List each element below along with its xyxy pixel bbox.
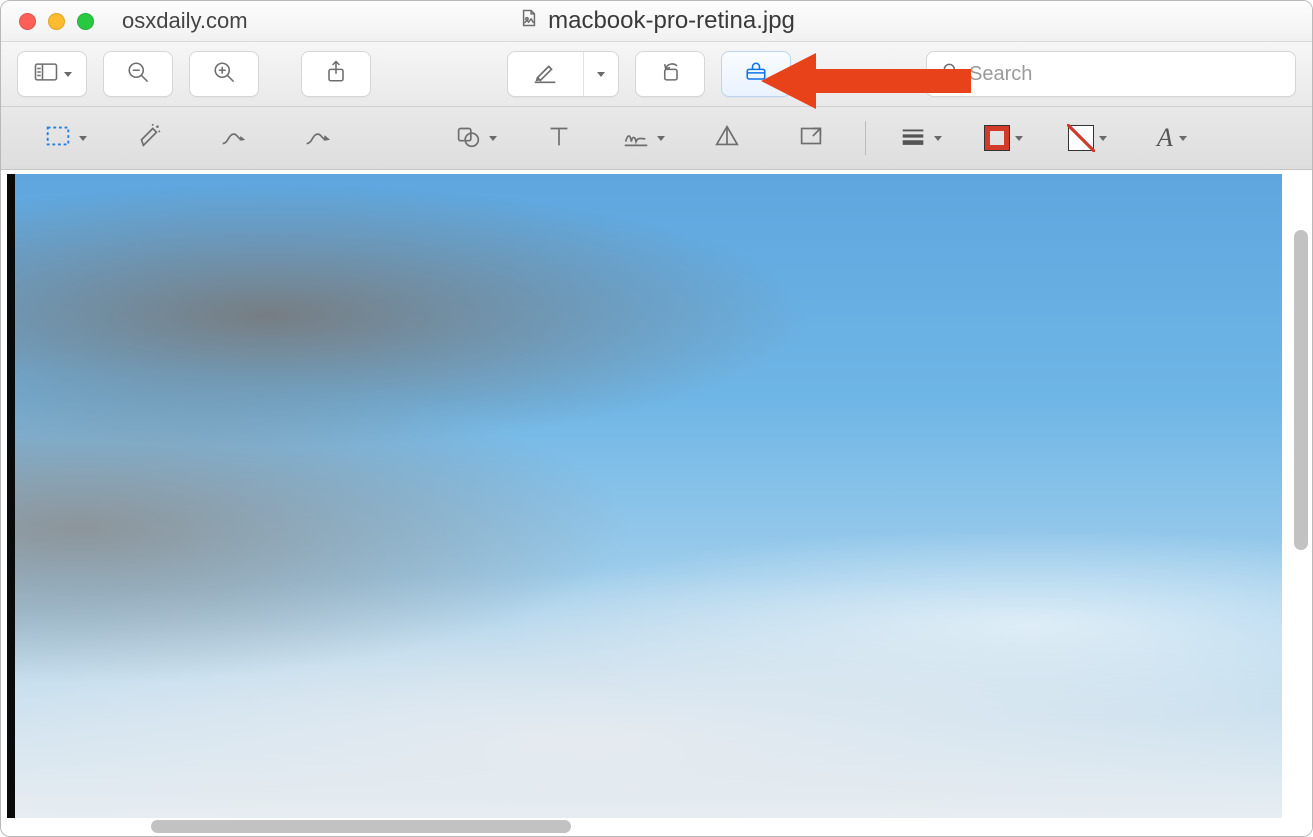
- highlight-dropdown[interactable]: [583, 52, 618, 96]
- adjust-color-button[interactable]: [687, 116, 767, 160]
- image-canvas-area[interactable]: [1, 170, 1312, 836]
- instant-alpha-icon: [134, 121, 164, 156]
- close-window-button[interactable]: [19, 13, 36, 30]
- chevron-down-icon: [64, 72, 72, 77]
- fill-color-swatch: [1069, 126, 1093, 150]
- highlight-icon: [530, 57, 560, 92]
- font-style-button[interactable]: A: [1132, 116, 1212, 160]
- border-color-button[interactable]: [964, 116, 1044, 160]
- chevron-down-icon: [597, 72, 605, 77]
- sketch-button[interactable]: [277, 116, 357, 160]
- sketch-icon: [302, 121, 332, 156]
- zoom-out-button[interactable]: [103, 51, 173, 97]
- sign-button[interactable]: [603, 116, 683, 160]
- adjust-size-button[interactable]: [771, 116, 851, 160]
- horizontal-scroll-thumb[interactable]: [151, 820, 571, 833]
- main-toolbar: Search: [1, 42, 1312, 107]
- traffic-lights: [19, 13, 94, 30]
- shapes-button[interactable]: [435, 116, 515, 160]
- share-button[interactable]: [301, 51, 371, 97]
- chevron-down-icon: [1179, 136, 1187, 141]
- rotate-button[interactable]: [635, 51, 705, 97]
- zoom-in-icon: [210, 58, 238, 91]
- chevron-down-icon: [934, 136, 942, 141]
- zoom-out-icon: [124, 58, 152, 91]
- line-style-button[interactable]: [880, 116, 960, 160]
- border-color-swatch: [985, 126, 1009, 150]
- chevron-down-icon: [489, 136, 497, 141]
- draw-icon: [218, 121, 248, 156]
- highlight-button[interactable]: [507, 51, 619, 97]
- chevron-down-icon: [657, 136, 665, 141]
- rotate-left-icon: [656, 58, 684, 91]
- image-content: [7, 174, 1282, 818]
- highlight-main[interactable]: [508, 52, 583, 96]
- vertical-scroll-thumb[interactable]: [1294, 230, 1308, 550]
- toolbar-separator: [865, 121, 866, 155]
- draw-button[interactable]: [193, 116, 273, 160]
- maximize-window-button[interactable]: [77, 13, 94, 30]
- source-site-label: osxdaily.com: [122, 8, 248, 34]
- title-bar: osxdaily.com macbook-pro-retina.jpg: [1, 1, 1312, 42]
- sign-icon: [621, 121, 651, 156]
- search-placeholder: Search: [969, 63, 1032, 86]
- instant-alpha-button[interactable]: [109, 116, 189, 160]
- markup-toolbox-icon: [742, 58, 770, 91]
- chevron-down-icon: [1099, 136, 1107, 141]
- text-button[interactable]: [519, 116, 599, 160]
- fill-color-button[interactable]: [1048, 116, 1128, 160]
- share-icon: [322, 58, 350, 91]
- search-field[interactable]: Search: [926, 51, 1296, 97]
- window-title[interactable]: macbook-pro-retina.jpg: [518, 7, 795, 35]
- search-icon: [941, 61, 961, 87]
- markup-toolbar: A: [1, 107, 1312, 170]
- adjust-size-icon: [796, 121, 826, 156]
- font-style-icon: A: [1157, 123, 1173, 153]
- shapes-icon: [453, 121, 483, 156]
- minimize-window-button[interactable]: [48, 13, 65, 30]
- rect-select-icon: [43, 121, 73, 156]
- image-doc-icon: [518, 7, 538, 35]
- text-icon: [544, 121, 574, 156]
- chevron-down-icon: [79, 136, 87, 141]
- window-title-text: macbook-pro-retina.jpg: [548, 7, 795, 35]
- selection-tool-button[interactable]: [25, 116, 105, 160]
- preview-window: osxdaily.com macbook-pro-retina.jpg: [0, 0, 1313, 837]
- chevron-down-icon: [1015, 136, 1023, 141]
- sidebar-icon: [32, 58, 60, 91]
- zoom-in-button[interactable]: [189, 51, 259, 97]
- line-style-icon: [898, 121, 928, 156]
- markup-toolbox-button[interactable]: [721, 51, 791, 97]
- adjust-color-icon: [712, 121, 742, 156]
- sidebar-toggle-button[interactable]: [17, 51, 87, 97]
